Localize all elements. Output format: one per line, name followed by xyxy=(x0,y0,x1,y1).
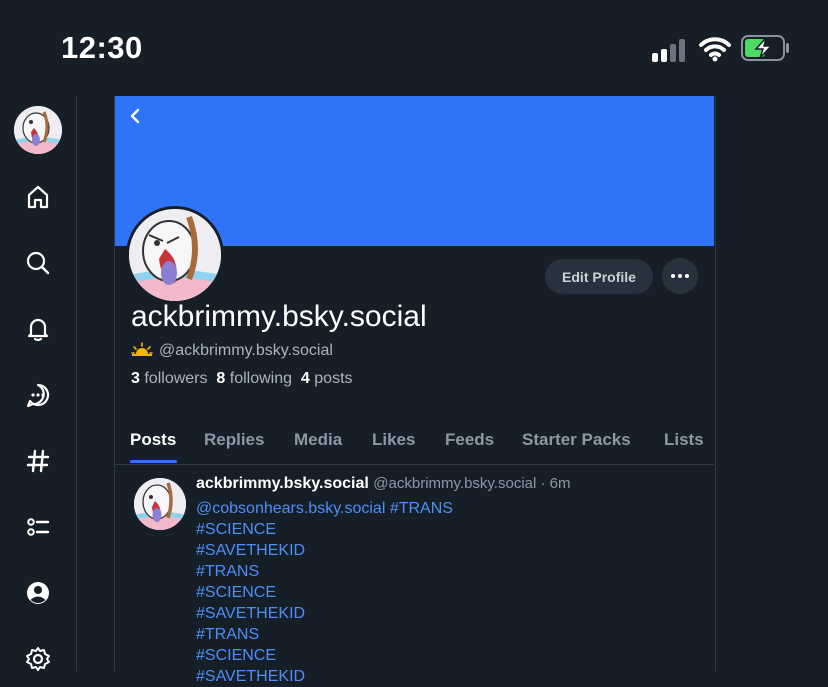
post-hashtag[interactable]: #SAVETHEKID xyxy=(196,666,453,687)
chat-bubble-icon[interactable] xyxy=(24,381,52,409)
gear-icon[interactable] xyxy=(24,645,52,673)
post-body: @cobsonhears.bsky.social #TRANS #SCIENCE… xyxy=(196,498,453,687)
sidebar-nav xyxy=(0,96,77,671)
sunrise-icon xyxy=(131,342,153,356)
post-line[interactable]: @cobsonhears.bsky.social #TRANS xyxy=(196,498,453,519)
profile-column: Edit Profile ackbrimmy.bsky.social @ackb… xyxy=(114,96,716,685)
more-options-button[interactable] xyxy=(662,258,698,294)
post-header: ackbrimmy.bsky.social @ackbrimmy.bsky.so… xyxy=(196,475,571,493)
following-label[interactable]: following xyxy=(230,370,292,387)
edit-profile-button[interactable]: Edit Profile xyxy=(545,259,653,294)
profile-handle: @ackbrimmy.bsky.social xyxy=(159,342,333,359)
tab-posts[interactable]: Posts xyxy=(130,430,176,450)
profile-display-name: ackbrimmy.bsky.social xyxy=(131,300,427,333)
list-icon[interactable] xyxy=(24,513,52,541)
profile-stats: 3 followers 8 following 4 posts xyxy=(131,370,353,388)
post-hashtag[interactable]: #TRANS xyxy=(196,561,453,582)
feed-post[interactable]: ackbrimmy.bsky.social @ackbrimmy.bsky.so… xyxy=(115,465,714,685)
bell-icon[interactable] xyxy=(24,315,52,343)
tab-feeds[interactable]: Feeds xyxy=(445,430,494,450)
followers-count[interactable]: 3 xyxy=(131,370,140,387)
posts-count: 4 xyxy=(300,370,310,387)
profile-icon[interactable] xyxy=(24,579,52,607)
back-chevron-icon[interactable] xyxy=(125,104,145,128)
cellular-signal-icon xyxy=(652,38,690,62)
profile-handle-row: @ackbrimmy.bsky.social xyxy=(131,342,333,360)
post-hashtag[interactable]: #TRANS xyxy=(196,624,453,645)
post-hashtag[interactable]: #SCIENCE xyxy=(196,645,453,666)
following-count[interactable]: 8 xyxy=(216,370,225,387)
tab-replies[interactable]: Replies xyxy=(204,430,264,450)
post-author-name[interactable]: ackbrimmy.bsky.social xyxy=(196,475,369,492)
profile-tabs: Posts Replies Media Likes Feeds Starter … xyxy=(115,414,714,465)
status-bar: 12:30 xyxy=(0,0,828,96)
posts-label: posts xyxy=(314,370,353,387)
active-tab-indicator xyxy=(130,460,177,463)
tab-lists[interactable]: Lists xyxy=(664,430,704,450)
battery-charging-icon xyxy=(741,35,790,61)
wifi-icon xyxy=(698,34,732,62)
post-hashtag[interactable]: #SCIENCE xyxy=(196,519,453,540)
tab-likes[interactable]: Likes xyxy=(372,430,415,450)
post-hashtag[interactable]: #SCIENCE xyxy=(196,582,453,603)
profile-avatar[interactable] xyxy=(126,206,224,304)
search-icon[interactable] xyxy=(24,249,52,277)
post-hashtag[interactable]: #SAVETHEKID xyxy=(196,540,453,561)
post-author-avatar[interactable] xyxy=(134,478,186,530)
hashtag-icon[interactable] xyxy=(24,447,52,475)
sidebar-avatar[interactable] xyxy=(14,106,62,154)
tab-starter-packs[interactable]: Starter Packs xyxy=(522,430,631,450)
tab-media[interactable]: Media xyxy=(294,430,342,450)
home-icon[interactable] xyxy=(24,183,52,211)
post-meta: @ackbrimmy.bsky.social · 6m xyxy=(373,475,571,492)
status-time: 12:30 xyxy=(61,30,143,65)
post-hashtag[interactable]: #SAVETHEKID xyxy=(196,603,453,624)
followers-label[interactable]: followers xyxy=(144,370,207,387)
